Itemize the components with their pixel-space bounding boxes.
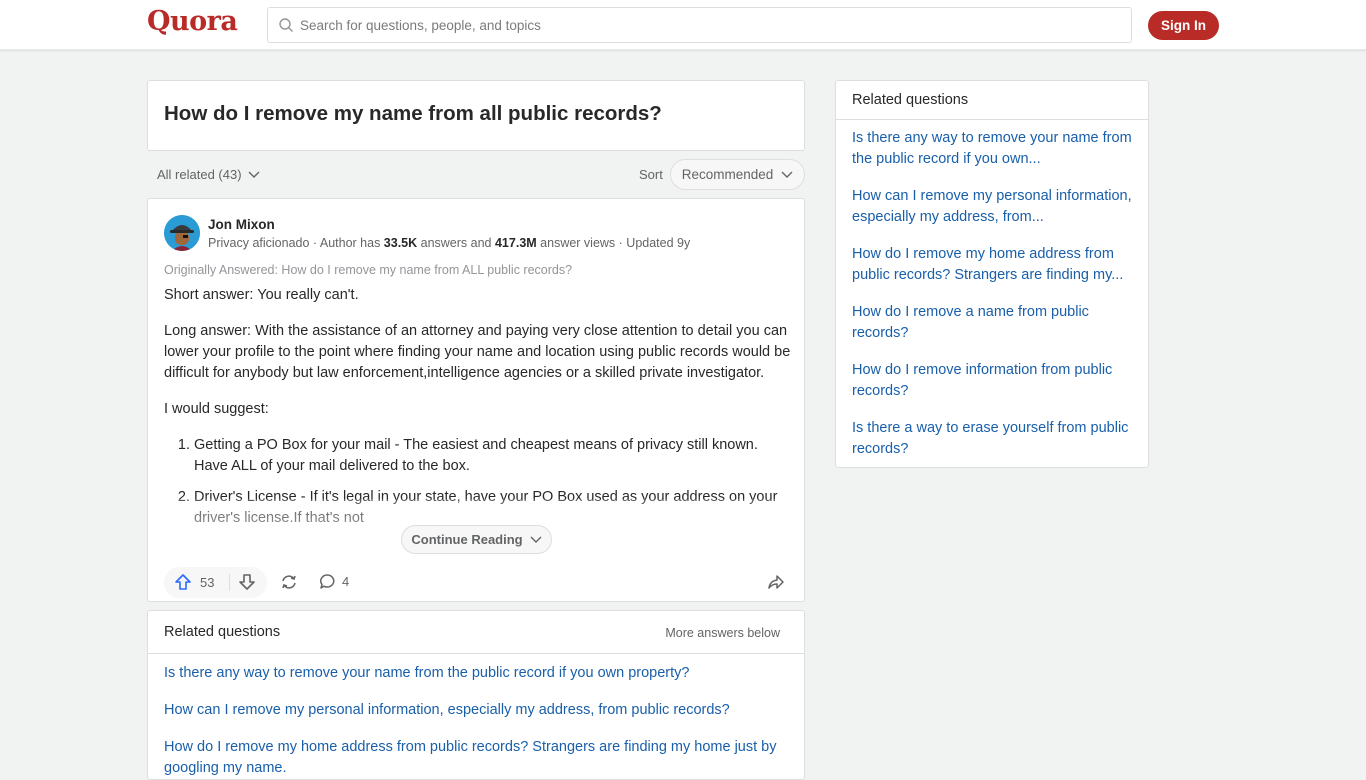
comment-bubble-icon [320, 574, 335, 589]
comment-count: 4 [342, 574, 350, 589]
views-count: 417.3M [494, 236, 537, 250]
sign-in-button[interactable]: Sign In [1148, 11, 1219, 40]
continue-reading-label: Continue Reading [411, 532, 523, 547]
upvote-arrow-icon [175, 574, 191, 590]
sidebar-question-link[interactable]: How do I remove information from public … [852, 360, 1132, 402]
answer-card: Jon Mixon Privacy aficionado · Author ha… [147, 198, 805, 602]
meta-text: Privacy aficionado · Author has [208, 236, 384, 250]
meta-text: answers and [417, 236, 495, 250]
sort-value: Recommended [681, 167, 774, 182]
question-title: How do I remove my name from all public … [164, 102, 662, 125]
answer-paragraph: Long answer: With the assistance of an a… [164, 323, 791, 381]
list-item: Getting a PO Box for your mail - The eas… [194, 435, 794, 477]
downvote-button[interactable] [238, 573, 256, 596]
vote-divider [229, 574, 230, 591]
related-question-link[interactable]: Is there any way to remove your name fro… [164, 663, 788, 684]
sort-label: Sort [639, 167, 663, 182]
related-header: Related questions More answers below [148, 611, 804, 654]
downvote-arrow-icon [239, 574, 255, 590]
sidebar-header: Related questions [836, 81, 1148, 120]
avatar-image [164, 215, 200, 251]
originally-answered[interactable]: Originally Answered: How do I remove my … [164, 263, 572, 277]
continue-reading-button[interactable]: Continue Reading [401, 525, 552, 554]
related-list: Is there any way to remove your name fro… [148, 654, 804, 779]
vote-pill: 53 [164, 567, 267, 598]
sidebar-question-link[interactable]: Is there a way to erase yourself from pu… [852, 418, 1132, 460]
reshare-button[interactable] [280, 573, 298, 596]
avatar[interactable] [164, 215, 200, 251]
answer-paragraph: I would suggest: [164, 401, 269, 417]
sidebar-question-link[interactable]: How do I remove my home address from pub… [852, 244, 1132, 286]
related-questions-sidebar: Related questions Is there any way to re… [835, 80, 1149, 468]
sidebar-question-link[interactable]: Is there any way to remove your name fro… [852, 128, 1132, 170]
comments-button[interactable]: 4 [319, 573, 349, 590]
quora-logo[interactable]: Quora [147, 6, 238, 37]
answer-paragraph: Short answer: You really can't. [164, 287, 359, 303]
related-title: Related questions [164, 624, 281, 640]
upvote-count: 53 [200, 574, 215, 590]
upvote-button[interactable]: 53 [174, 573, 214, 591]
sidebar-question-link[interactable]: How can I remove my personal information… [852, 186, 1132, 228]
sidebar-title: Related questions [852, 92, 969, 108]
reshare-icon [282, 575, 296, 589]
sort-dropdown[interactable]: Recommended [670, 159, 805, 190]
related-question-link[interactable]: How do I remove my home address from pub… [164, 737, 788, 779]
search-box[interactable] [267, 7, 1132, 43]
sidebar-list: Is there any way to remove your name fro… [836, 120, 1148, 460]
share-button[interactable] [767, 573, 785, 596]
chevron-down-icon [248, 171, 260, 178]
all-related-label: All related (43) [157, 167, 242, 182]
author-name[interactable]: Jon Mixon [208, 217, 275, 232]
answer-actions: 53 4 [164, 567, 794, 599]
filter-bar: All related (43) Sort Recommended [147, 159, 805, 191]
author-meta: Privacy aficionado · Author has 33.5K an… [208, 236, 690, 250]
search-icon [279, 18, 293, 32]
meta-text: answer views · Updated 9y [536, 236, 691, 250]
related-question-link[interactable]: How can I remove my personal information… [164, 700, 788, 721]
all-related-dropdown[interactable]: All related (43) [157, 167, 260, 182]
question-card: How do I remove my name from all public … [147, 80, 805, 151]
sidebar-question-link[interactable]: How do I remove a name from public recor… [852, 302, 1132, 344]
share-arrow-icon [768, 575, 784, 589]
more-answers-below: More answers below [665, 626, 780, 640]
answers-count: 33.5K [383, 236, 418, 250]
related-questions-inline: Related questions More answers below Is … [147, 610, 805, 780]
search-input[interactable] [300, 17, 1100, 33]
chevron-down-icon [781, 171, 793, 178]
chevron-down-icon [530, 536, 542, 543]
top-bar: Quora Sign In [0, 0, 1366, 50]
